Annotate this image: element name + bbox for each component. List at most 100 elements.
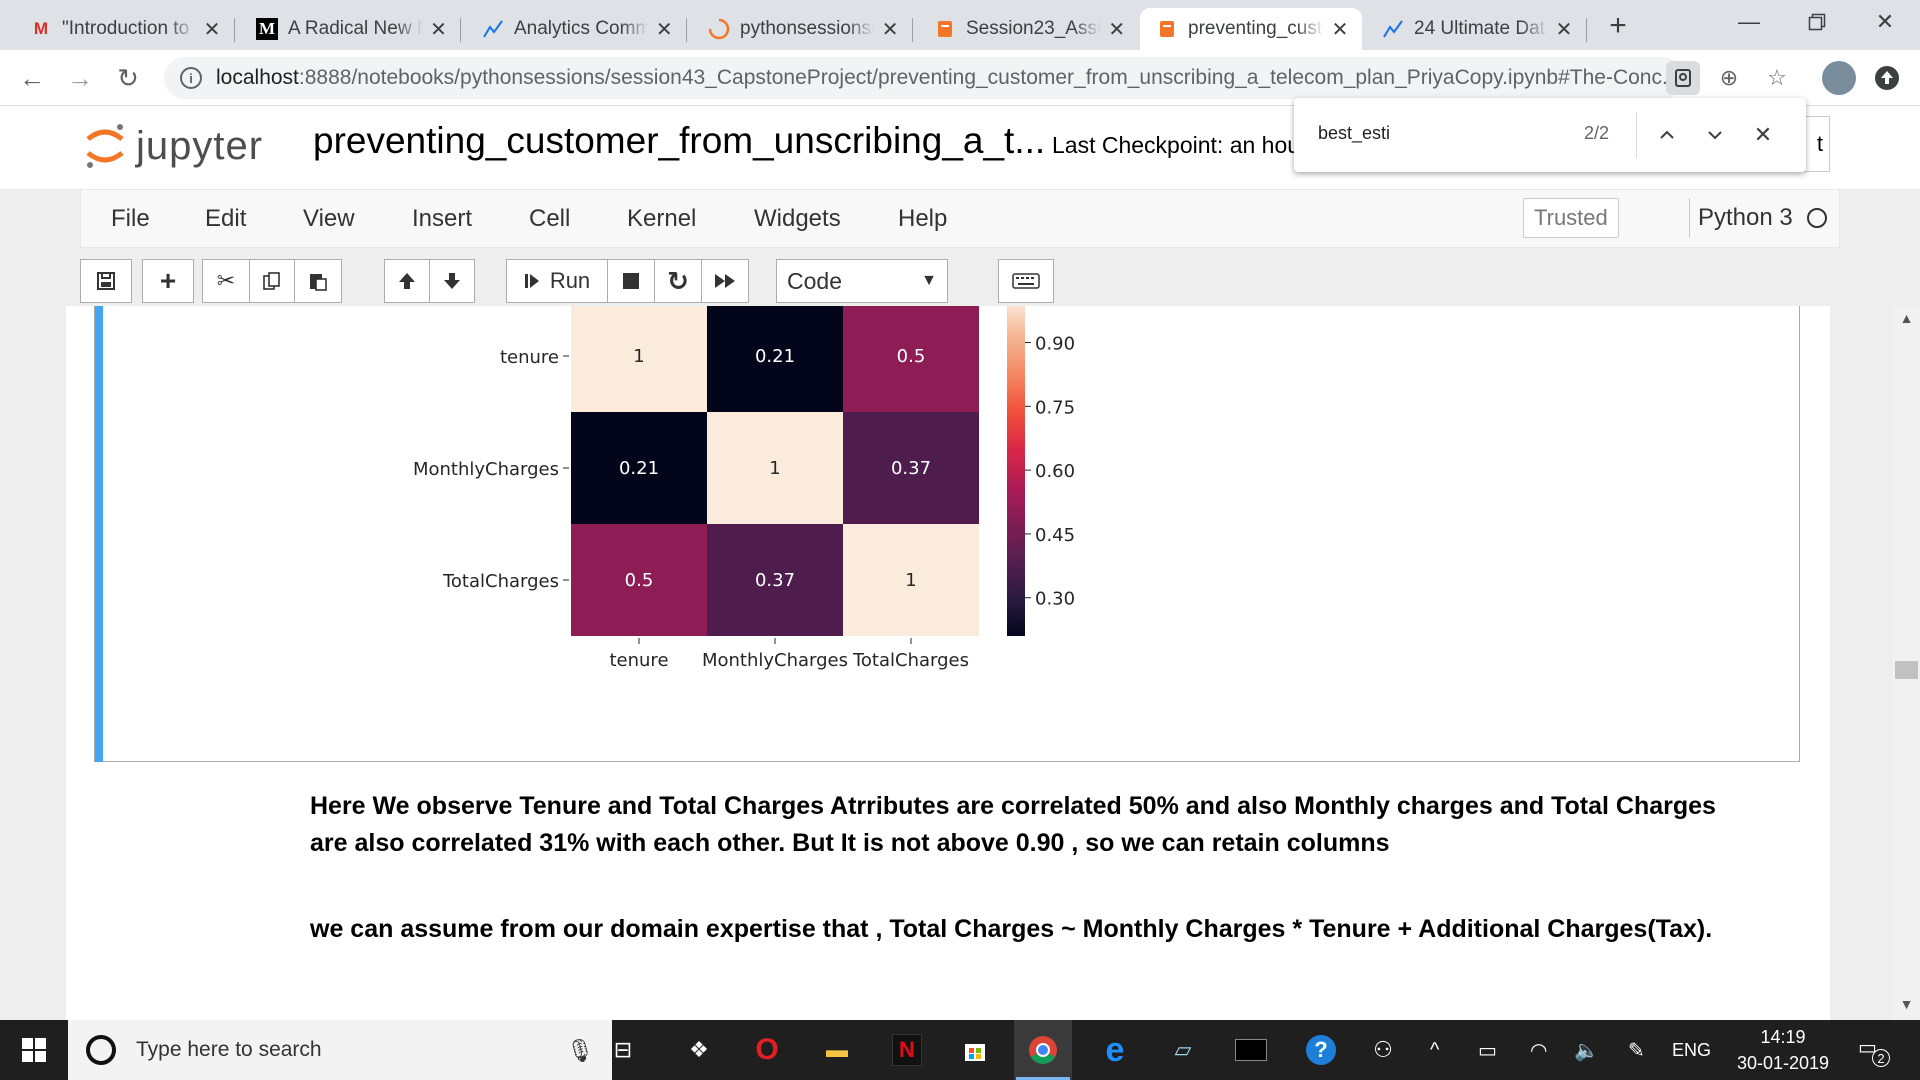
people-icon[interactable]: ⚇ [1354,1020,1412,1080]
browser-tab[interactable]: Analytics Comm ✕ [466,8,687,50]
jupyter-logo[interactable]: jupyter [84,116,263,176]
bookmark-star-icon[interactable]: ☆ [1760,61,1794,95]
move-up-button[interactable] [384,259,430,303]
restore-icon[interactable] [1782,0,1852,44]
help-icon[interactable]: ? [1292,1020,1350,1080]
profile-avatar[interactable] [1822,61,1856,95]
find-next-icon[interactable] [1698,118,1732,152]
copy-button[interactable] [249,259,295,303]
page-scrollbar[interactable]: ▲ ▼ [1893,306,1920,1020]
wifi-icon[interactable]: ◠ [1530,1020,1547,1080]
output-cell[interactable]: 1 0.21 0.5 tenure 0.21 1 0.37 MonthlyCharges 0.5… [94,306,1800,762]
save-button[interactable] [80,259,132,303]
menu-cell[interactable]: Cell [529,205,570,233]
close-tab-icon[interactable]: ✕ [1330,17,1350,42]
microphone-icon[interactable]: 🎙 [566,1038,594,1064]
browser-tab[interactable]: 24 Ultimate Dat ✕ [1366,8,1587,50]
notebook-icon [934,18,956,40]
menu-file[interactable]: File [111,205,150,233]
terminal-icon[interactable] [1222,1020,1280,1080]
tray-overflow-icon[interactable]: ^ [1430,1020,1439,1080]
close-tab-icon[interactable]: ✕ [880,17,900,42]
insert-cell-button[interactable]: + [142,259,194,303]
paste-button[interactable] [294,259,342,303]
taskbar-search[interactable]: Type here to search 🎙 [68,1020,612,1080]
browser-tab-bar: M "Introduction to ✕ M A Radical New N ✕… [0,0,1920,50]
browser-tab-active[interactable]: preventing_cust ✕ [1140,8,1362,50]
update-icon[interactable] [1870,61,1904,95]
menu-help[interactable]: Help [898,205,947,233]
kernel-name: Python 3 [1698,204,1793,231]
browser-tab[interactable]: pythonsessions/ ✕ [692,8,913,50]
cortana-icon [86,1035,116,1065]
close-tab-icon[interactable]: ✕ [429,17,448,42]
close-tab-icon[interactable]: ✕ [1554,17,1574,42]
store-icon[interactable] [946,1020,1004,1080]
file-explorer-icon[interactable]: ▬ [808,1020,866,1080]
notebook-site: 1 0.21 0.5 tenure 0.21 1 0.37 MonthlyCharges 0.5… [66,306,1830,1020]
close-tab-icon[interactable]: ✕ [654,17,674,42]
keyboard-icon [1012,273,1040,289]
notebook-title[interactable]: preventing_customer_from_unscribing_a_t.… [313,120,1045,162]
menu-edit[interactable]: Edit [205,205,246,233]
heatmap-cell-label: 1 [769,458,780,479]
opera-icon[interactable]: O [738,1020,796,1080]
gmail-icon: M [33,19,49,38]
find-in-page-icon[interactable] [1666,61,1700,95]
menu-kernel[interactable]: Kernel [627,205,696,233]
edge-icon[interactable]: e [1086,1020,1144,1080]
browser-tab[interactable]: M "Introduction to ✕ [14,8,235,50]
zoom-icon[interactable]: ⊕ [1712,61,1746,95]
move-down-button[interactable] [429,259,475,303]
scroll-up-icon[interactable]: ▲ [1893,310,1920,330]
cell-type-select[interactable]: Code ▼ [776,259,948,303]
command-palette-button[interactable] [998,259,1054,303]
menu-insert[interactable]: Insert [412,205,472,233]
clock[interactable]: 14:19 30-01-2019 [1718,1024,1848,1076]
dropbox-icon[interactable]: ❖ [670,1020,728,1080]
new-tab-button[interactable]: + [1602,9,1634,42]
language-indicator[interactable]: ENG [1672,1020,1711,1080]
find-input[interactable]: best_esti [1318,123,1390,144]
heatmap-cell-label: 1 [633,346,644,367]
heatmap-cell-label: 0.5 [625,570,654,591]
scroll-down-icon[interactable]: ▼ [1893,996,1920,1016]
reload-icon[interactable]: ↻ [110,60,146,96]
start-button[interactable] [0,1020,68,1080]
cut-button[interactable]: ✂ [202,259,250,303]
restart-button[interactable]: ↻ [654,259,702,303]
browser-tab[interactable]: Session23_Assig ✕ [918,8,1138,50]
close-window-icon[interactable]: ✕ [1850,0,1920,44]
interrupt-button[interactable] [607,259,655,303]
battery-icon[interactable]: ▭ [1478,1020,1497,1080]
minimize-icon[interactable]: — [1714,0,1784,44]
browser-tab[interactable]: M A Radical New N ✕ [240,8,461,50]
close-tab-icon[interactable]: ✕ [202,17,222,42]
forward-icon[interactable]: → [62,60,98,96]
scrollbar-thumb[interactable] [1895,661,1918,679]
jupyter-toolbar: + ✂ Run ↻ Code ▼ [80,256,1840,306]
menu-widgets[interactable]: Widgets [754,205,841,233]
menu-view[interactable]: View [303,205,355,233]
url-host: localhost [216,66,299,89]
address-bar[interactable]: i localhost:8888/notebooks/pythonsession… [164,57,1684,99]
find-close-icon[interactable]: ✕ [1746,118,1780,152]
find-previous-icon[interactable] [1650,118,1684,152]
notepad-icon[interactable]: ▱ [1154,1020,1212,1080]
close-tab-icon[interactable]: ✕ [1107,17,1126,42]
cell-type-value: Code [787,267,842,294]
trusted-indicator[interactable]: Trusted [1523,198,1619,238]
back-icon[interactable]: ← [14,60,50,96]
site-info-icon[interactable]: i [180,67,202,89]
chrome-icon[interactable] [1014,1020,1072,1080]
colorbar-tick-label: 0.90 [1035,334,1075,355]
run-button[interactable]: Run [506,259,608,303]
volume-icon[interactable]: 🔈 [1574,1020,1599,1080]
netflix-icon[interactable]: N [878,1020,936,1080]
tab-title: 24 Ultimate Dat [1414,18,1545,39]
notifications-icon[interactable]: ▭ 2 [1858,1020,1890,1080]
restart-run-all-button[interactable] [701,259,749,303]
task-view-icon[interactable]: ⊟ [594,1020,652,1080]
pen-icon[interactable]: ✎ [1628,1020,1645,1080]
find-count: 2/2 [1584,123,1610,143]
